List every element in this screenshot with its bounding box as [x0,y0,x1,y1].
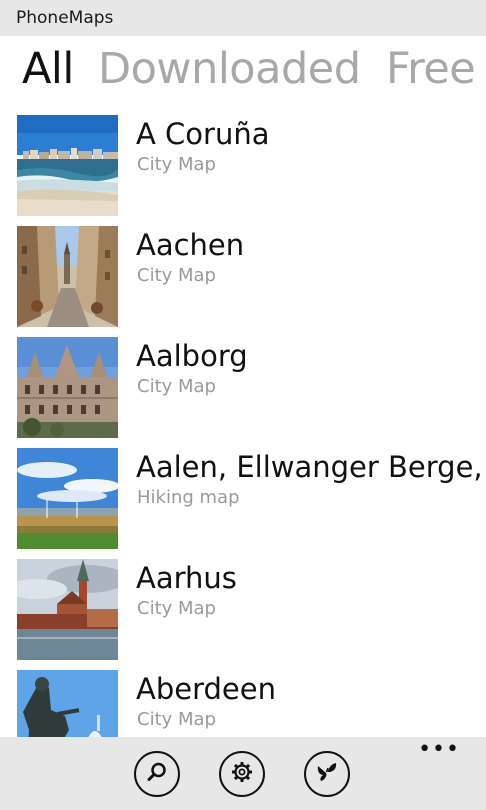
map-name: Aalen, Ellwanger Berge, I [136,450,486,484]
more-options-button[interactable]: ••• [418,737,460,762]
city-thumbnail [17,670,118,737]
city-thumbnail [17,115,118,216]
city-thumbnail [17,337,118,438]
map-list: A Coruña City Map Aachen City Map Aalbor… [0,115,486,737]
application-bar: ••• [0,737,486,810]
settings-gear-icon [230,760,254,788]
pivot-header: All Downloaded Free [0,40,486,104]
map-type: City Map [137,154,216,175]
list-item[interactable]: A Coruña City Map [0,115,486,226]
butterfly-button[interactable] [304,751,350,797]
map-type: City Map [137,376,216,397]
list-item[interactable]: Aberdeen City Map [0,670,486,737]
search-button[interactable] [134,751,180,797]
map-type: Hiking map [137,487,240,508]
tab-downloaded[interactable]: Downloaded [98,40,361,98]
map-name: Aarhus [136,561,237,595]
map-type: City Map [137,265,216,286]
city-thumbnail [17,559,118,660]
settings-button[interactable] [219,751,265,797]
city-thumbnail [17,226,118,327]
map-name: Aberdeen [136,672,276,706]
list-item[interactable]: Aalborg City Map [0,337,486,448]
map-type: City Map [137,598,216,619]
map-type: City Map [137,709,216,730]
map-name: Aalborg [136,339,248,373]
app-title: PhoneMaps [16,8,114,28]
list-item[interactable]: Aachen City Map [0,226,486,337]
title-bar: PhoneMaps [0,0,486,36]
tab-all[interactable]: All [22,40,74,98]
city-thumbnail [17,448,118,549]
search-icon [145,760,169,788]
butterfly-icon [315,760,339,788]
list-item[interactable]: Aarhus City Map [0,559,486,670]
tab-free[interactable]: Free [386,40,476,98]
list-item[interactable]: Aalen, Ellwanger Berge, I Hiking map [0,448,486,559]
map-name: A Coruña [136,117,270,151]
map-name: Aachen [136,228,245,262]
